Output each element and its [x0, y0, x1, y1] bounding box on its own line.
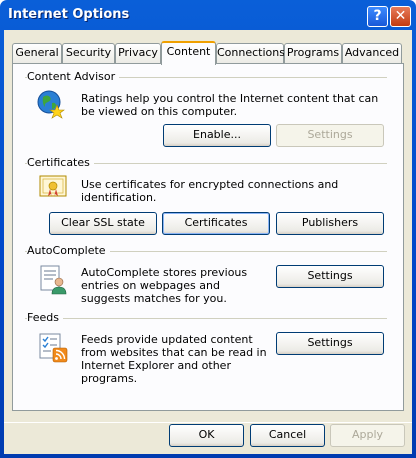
- publishers-button[interactable]: Publishers: [276, 212, 384, 235]
- dialog-client-area: General Security Privacy Content Connect…: [4, 30, 412, 454]
- clear-ssl-state-button[interactable]: Clear SSL state: [49, 212, 157, 235]
- feeds-heading: Feeds: [27, 311, 63, 324]
- tab-advanced[interactable]: Advanced: [342, 43, 402, 63]
- footer-separator: [4, 422, 412, 423]
- apply-button[interactable]: Apply: [330, 424, 405, 447]
- ok-button[interactable]: OK: [169, 424, 244, 447]
- feeds-divider: [25, 318, 387, 319]
- autocomplete-description: AutoComplete stores previous entries on …: [81, 266, 248, 305]
- content-tab-panel: Content Advisor Ratings help you control…: [12, 63, 404, 411]
- feed-icon: [39, 333, 68, 363]
- tab-programs[interactable]: Programs: [284, 43, 342, 63]
- enable-button[interactable]: Enable...: [163, 124, 271, 147]
- title-bar[interactable]: Internet Options ? ✕: [0, 0, 416, 30]
- globe-star-icon: [37, 90, 65, 119]
- certificates-heading: Certificates: [27, 156, 94, 169]
- content-advisor-heading: Content Advisor: [27, 70, 120, 83]
- tab-security[interactable]: Security: [62, 43, 115, 63]
- certificate-icon: [39, 175, 67, 197]
- tab-connections[interactable]: Connections: [216, 43, 285, 63]
- feeds-description: Feeds provide updated content from websi…: [81, 333, 267, 385]
- tab-content[interactable]: Content: [161, 41, 216, 65]
- close-button[interactable]: ✕: [390, 6, 411, 27]
- certificates-button[interactable]: Certificates: [162, 212, 270, 235]
- certificates-description: Use certificates for encrypted connectio…: [81, 178, 339, 204]
- cancel-button[interactable]: Cancel: [250, 424, 325, 447]
- autocomplete-heading: AutoComplete: [27, 244, 110, 257]
- content-advisor-description: Ratings help you control the Internet co…: [81, 92, 379, 118]
- tab-general[interactable]: General: [12, 43, 62, 63]
- content-advisor-settings-button[interactable]: Settings: [276, 124, 384, 147]
- autocomplete-icon: [40, 265, 67, 295]
- tab-strip: General Security Privacy Content Connect…: [12, 41, 404, 65]
- help-button[interactable]: ?: [367, 6, 388, 27]
- tab-privacy[interactable]: Privacy: [115, 43, 161, 63]
- feeds-settings-button[interactable]: Settings: [276, 332, 384, 355]
- autocomplete-settings-button[interactable]: Settings: [276, 265, 384, 288]
- window-title: Internet Options: [8, 7, 130, 22]
- internet-options-window: Internet Options ? ✕ General Security Pr…: [0, 0, 416, 458]
